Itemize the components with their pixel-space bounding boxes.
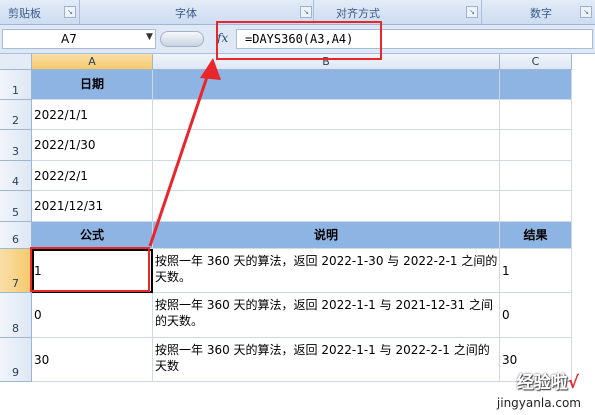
watermark-url: jingyanla.com bbox=[496, 396, 581, 410]
checkmark-icon: √ bbox=[567, 373, 579, 393]
annotation-arrow bbox=[148, 58, 221, 247]
watermark-logo: 经验啦√ bbox=[516, 373, 579, 393]
